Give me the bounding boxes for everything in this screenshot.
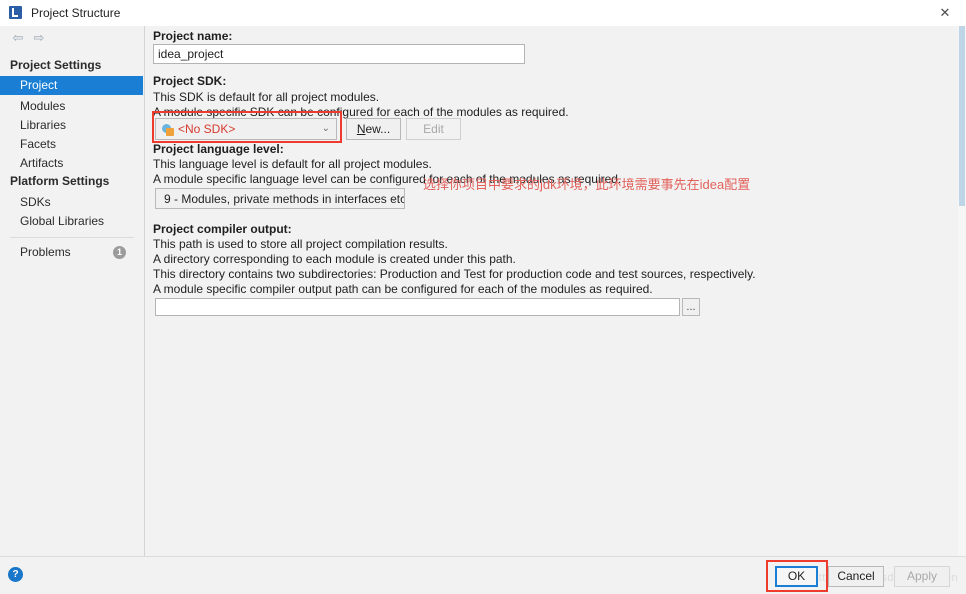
sidebar-item-artifacts[interactable]: Artifacts bbox=[0, 154, 143, 173]
project-name-label: Project name: bbox=[153, 29, 233, 43]
chevron-down-icon: ⌄ bbox=[321, 123, 330, 134]
vertical-scrollbar[interactable] bbox=[958, 26, 966, 556]
back-arrow-icon[interactable]: ⇦ bbox=[10, 30, 26, 46]
language-level-desc-1: This language level is default for all p… bbox=[153, 157, 432, 171]
compiler-output-input[interactable] bbox=[155, 298, 680, 316]
navigation-arrows: ⇦ ⇨ bbox=[0, 26, 144, 50]
sidebar-item-libraries[interactable]: Libraries bbox=[0, 116, 143, 135]
project-sdk-combobox[interactable]: <No SDK> ⌄ bbox=[155, 118, 337, 140]
sidebar-item-project[interactable]: Project bbox=[0, 76, 143, 95]
scrollbar-thumb[interactable] bbox=[959, 26, 965, 206]
chevron-down-icon: ⌄ bbox=[389, 193, 398, 204]
sidebar-group-platform-settings: Platform Settings bbox=[10, 174, 110, 188]
ok-button[interactable]: OK bbox=[775, 566, 818, 587]
project-sdk-label: Project SDK: bbox=[153, 74, 227, 88]
project-structure-dialog: Project Structure ✕ ⇦ ⇨ Project Settings… bbox=[0, 0, 966, 594]
project-name-input[interactable] bbox=[153, 44, 525, 64]
language-level-label: Project language level: bbox=[153, 142, 284, 156]
language-level-value: 9 - Modules, private methods in interfac… bbox=[164, 192, 405, 206]
sidebar-group-project-settings: Project Settings bbox=[10, 58, 102, 72]
edit-sdk-button: Edit bbox=[406, 118, 461, 140]
compiler-output-desc-4: A module specific compiler output path c… bbox=[153, 282, 653, 296]
compiler-output-label: Project compiler output: bbox=[153, 222, 292, 236]
window-title: Project Structure bbox=[31, 6, 121, 20]
sidebar-item-sdks[interactable]: SDKs bbox=[0, 193, 143, 212]
sdk-icon bbox=[162, 124, 174, 136]
intellij-idea-icon bbox=[9, 6, 22, 19]
compiler-output-desc-1: This path is used to store all project c… bbox=[153, 237, 448, 251]
project-sdk-desc-2: A module specific SDK can be configured … bbox=[153, 105, 569, 119]
sidebar-divider bbox=[10, 237, 134, 238]
new-sdk-button[interactable]: New... bbox=[346, 118, 401, 140]
sidebar-item-facets[interactable]: Facets bbox=[0, 135, 143, 154]
language-level-combobox[interactable]: 9 - Modules, private methods in interfac… bbox=[155, 188, 405, 209]
main-panel: Project name: Project SDK: This SDK is d… bbox=[145, 26, 958, 556]
new-sdk-button-label: ew... bbox=[365, 122, 391, 136]
help-icon[interactable]: ? bbox=[8, 567, 23, 582]
project-sdk-desc-1: This SDK is default for all project modu… bbox=[153, 90, 380, 104]
compiler-output-desc-2: A directory corresponding to each module… bbox=[153, 252, 516, 266]
forward-arrow-icon[interactable]: ⇨ bbox=[31, 30, 47, 46]
compiler-output-browse-button[interactable]: ... bbox=[682, 298, 700, 316]
sdk-annotation-text: 选择你项目中要求的jdk环境，此环境需要事先在idea配置 bbox=[423, 177, 751, 192]
close-icon[interactable]: ✕ bbox=[934, 4, 956, 22]
project-sdk-value: <No SDK> bbox=[178, 122, 236, 136]
problems-count-badge: 1 bbox=[113, 246, 126, 259]
apply-button: Apply bbox=[894, 566, 950, 587]
title-bar: Project Structure ✕ bbox=[0, 0, 966, 27]
cancel-button[interactable]: Cancel bbox=[828, 566, 884, 587]
sidebar: ⇦ ⇨ Project Settings Project Modules Lib… bbox=[0, 26, 145, 556]
sidebar-item-modules[interactable]: Modules bbox=[0, 97, 143, 116]
sidebar-item-global-libraries[interactable]: Global Libraries bbox=[0, 212, 143, 231]
compiler-output-desc-3: This directory contains two subdirectori… bbox=[153, 267, 756, 281]
